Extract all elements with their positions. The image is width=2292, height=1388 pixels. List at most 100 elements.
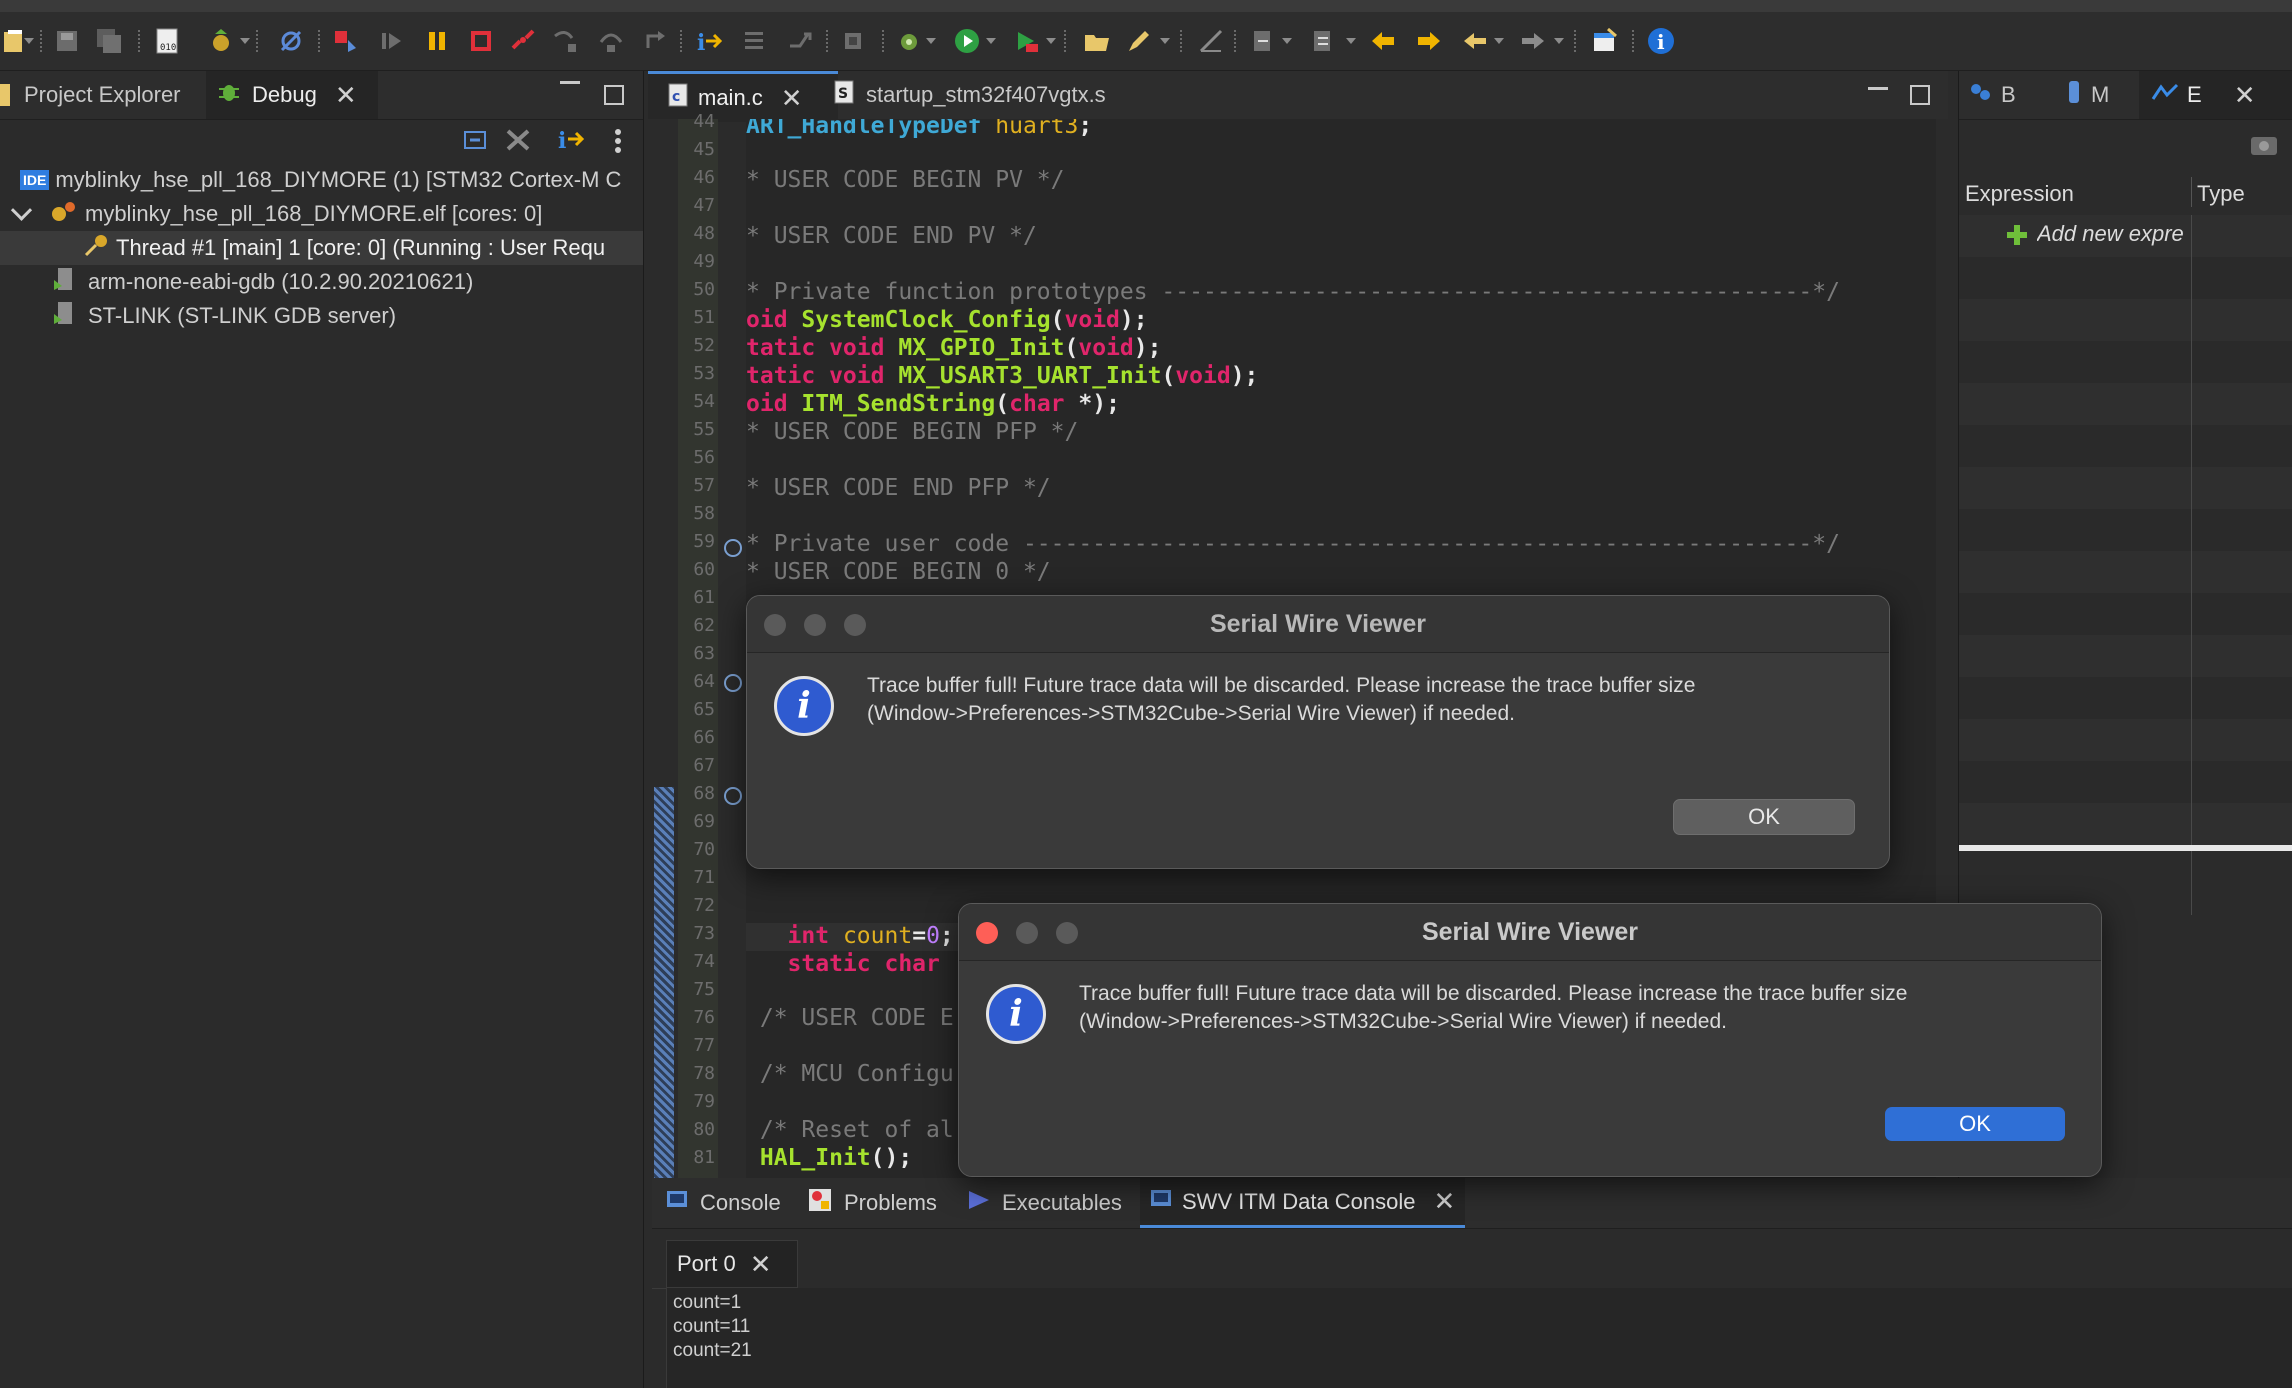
prev-annotation-icon[interactable] <box>1248 26 1278 56</box>
suspend-icon[interactable] <box>422 26 452 56</box>
tab-swv-itm-console[interactable]: SWV ITM Data Console ✕ <box>1140 1178 1466 1228</box>
chevron-down-icon[interactable] <box>1346 38 1356 44</box>
tree-item-stlink[interactable]: ST-LINK (ST-LINK GDB server) <box>52 299 396 333</box>
tab-expressions[interactable]: E ✕ <box>2139 71 2292 119</box>
disconnect-icon[interactable] <box>508 26 538 56</box>
expression-row[interactable] <box>1959 299 2292 341</box>
chevron-down-icon[interactable] <box>986 38 996 44</box>
console-output[interactable]: count=1 count=11 count=21 <box>666 1288 2292 1388</box>
run-debug-icon[interactable] <box>894 26 924 56</box>
step-over-icon[interactable] <box>596 26 626 56</box>
chevron-down-icon[interactable] <box>10 199 33 221</box>
tab-startup-s[interactable]: S startup_stm32f407vgtx.s <box>834 71 1214 119</box>
skip-breakpoints-icon[interactable] <box>276 26 306 56</box>
edit-icon[interactable] <box>1124 26 1154 56</box>
view-menu-icon[interactable] <box>614 127 622 155</box>
chevron-down-icon[interactable] <box>240 38 250 44</box>
expression-row[interactable] <box>1959 509 2292 551</box>
terminate-relaunch-icon[interactable] <box>330 26 360 56</box>
run-icon[interactable] <box>952 26 982 56</box>
tab-project-explorer[interactable]: Project Explorer <box>0 71 200 119</box>
add-icon[interactable] <box>2005 223 2029 247</box>
add-new-expression[interactable]: Add new expre <box>2037 221 2187 247</box>
tab-memory[interactable]: M <box>2067 71 2127 119</box>
expression-row[interactable] <box>1959 719 2292 761</box>
expression-row[interactable] <box>1959 761 2292 803</box>
drop-frame-icon[interactable] <box>786 26 816 56</box>
binary-icon[interactable]: 010 <box>152 26 182 56</box>
forward-icon[interactable] <box>1518 26 1548 56</box>
save-icon[interactable] <box>52 26 82 56</box>
expression-row[interactable] <box>1959 467 2292 509</box>
chevron-down-icon[interactable] <box>926 38 936 44</box>
ok-button[interactable]: OK <box>1673 799 1855 835</box>
camera-icon[interactable] <box>2249 129 2283 157</box>
back-icon[interactable] <box>1460 26 1490 56</box>
chevron-down-icon[interactable] <box>1554 38 1564 44</box>
close-icon[interactable]: ✕ <box>2234 80 2256 111</box>
minimize-icon[interactable] <box>560 81 580 84</box>
tab-debug[interactable]: Debug ✕ <box>206 71 378 119</box>
tab-breakpoints[interactable]: B <box>1969 71 2029 119</box>
close-icon[interactable]: ✕ <box>781 83 803 114</box>
tab-main-c[interactable]: c main.c ✕ <box>648 71 838 122</box>
chevron-down-icon[interactable] <box>24 38 34 44</box>
maximize-icon[interactable] <box>604 85 624 105</box>
expression-row[interactable] <box>1959 677 2292 719</box>
column-type[interactable]: Type <box>2197 181 2245 207</box>
tab-console[interactable]: Console <box>666 1178 781 1228</box>
tree-item-elf[interactable]: myblinky_hse_pll_168_DIYMORE.elf [cores:… <box>10 197 542 231</box>
tree-item-launch[interactable]: IDE myblinky_hse_pll_168_DIYMORE (1) [ST… <box>20 163 621 197</box>
debug-config-icon[interactable] <box>206 26 236 56</box>
expression-row[interactable] <box>1959 425 2292 467</box>
open-perspective-icon[interactable] <box>1590 26 1620 56</box>
instruction-stepping-icon[interactable]: i <box>694 26 724 56</box>
tree-item-gdb[interactable]: arm-none-eabi-gdb (10.2.90.20210621) <box>52 265 473 299</box>
hardware-icon[interactable] <box>838 26 868 56</box>
line-number: 67 <box>693 755 715 776</box>
ok-button[interactable]: OK <box>1885 1107 2065 1141</box>
step-return-icon[interactable] <box>640 26 670 56</box>
terminate-icon[interactable] <box>466 26 496 56</box>
chevron-down-icon[interactable] <box>1494 38 1504 44</box>
maximize-icon[interactable] <box>1910 85 1930 105</box>
expression-row[interactable] <box>1959 635 2292 677</box>
tab-executables[interactable]: Executables <box>966 1178 1122 1228</box>
expression-row[interactable] <box>1959 551 2292 593</box>
back-icon[interactable] <box>1368 26 1398 56</box>
expression-row[interactable] <box>1959 383 2292 425</box>
remove-terminated-icon[interactable] <box>504 127 532 153</box>
restart-icon[interactable] <box>740 26 770 56</box>
step-into-icon[interactable] <box>550 26 580 56</box>
info-icon[interactable]: i <box>1646 26 1676 56</box>
collapse-all-icon[interactable] <box>462 127 488 153</box>
chevron-down-icon[interactable] <box>1046 38 1056 44</box>
expression-row[interactable] <box>1959 803 2292 845</box>
save-all-icon[interactable] <box>94 26 124 56</box>
close-icon[interactable]: ✕ <box>335 80 357 111</box>
next-annotation-icon[interactable] <box>1308 26 1338 56</box>
expression-row[interactable] <box>1959 257 2292 299</box>
chevron-down-icon[interactable] <box>1282 38 1292 44</box>
instruction-stepping-icon[interactable]: i <box>556 125 586 154</box>
column-divider[interactable] <box>2191 177 2192 207</box>
tab-port-0[interactable]: Port 0 ✕ <box>666 1240 798 1288</box>
close-icon[interactable]: ✕ <box>1434 1186 1456 1217</box>
fold-toggle-icon[interactable] <box>724 539 742 557</box>
horizontal-scrollbar[interactable] <box>1959 845 2292 851</box>
forward-icon[interactable] <box>1414 26 1444 56</box>
close-icon[interactable]: ✕ <box>750 1249 772 1280</box>
annotation-icon[interactable] <box>1196 26 1226 56</box>
resume-icon[interactable] <box>376 26 406 56</box>
chevron-down-icon[interactable] <box>1160 38 1170 44</box>
column-expression[interactable]: Expression <box>1965 181 2074 207</box>
fold-toggle-icon[interactable] <box>724 787 742 805</box>
expression-row[interactable] <box>1959 341 2292 383</box>
minimize-icon[interactable] <box>1868 87 1888 90</box>
tree-item-thread[interactable]: Thread #1 [main] 1 [core: 0] (Running : … <box>0 231 643 265</box>
external-tools-icon[interactable] <box>1012 26 1042 56</box>
expression-row[interactable] <box>1959 593 2292 635</box>
tab-problems[interactable]: Problems <box>808 1178 937 1228</box>
open-folder-icon[interactable] <box>1082 26 1112 56</box>
fold-toggle-icon[interactable] <box>724 674 742 692</box>
